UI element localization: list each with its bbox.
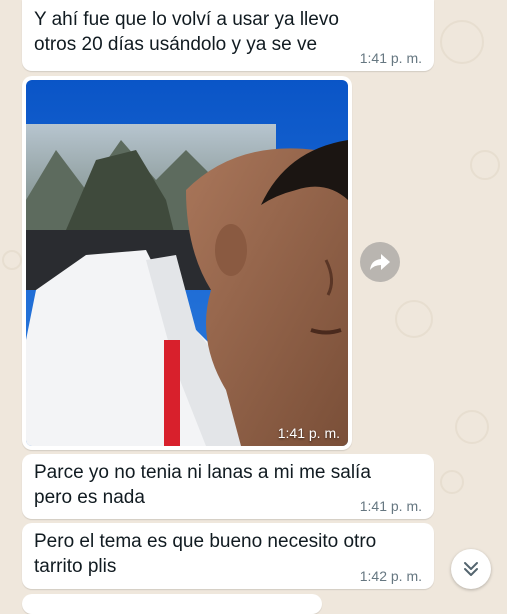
message-bubble-partial[interactable] bbox=[22, 594, 322, 614]
image-message-bubble[interactable]: 1:41 p. m. bbox=[22, 76, 352, 450]
scroll-to-bottom-button[interactable] bbox=[451, 549, 491, 589]
forward-arrow-icon bbox=[370, 254, 390, 270]
forward-button[interactable] bbox=[360, 242, 400, 282]
message-bubble[interactable]: Pero el tema es que bueno necesito otro … bbox=[22, 523, 434, 589]
message-timestamp: 1:41 p. m. bbox=[359, 50, 422, 66]
message-text: Y ahí fue que lo volví a usar ya llevo o… bbox=[34, 9, 339, 55]
message-timestamp: 1:41 p. m. bbox=[359, 498, 422, 514]
double-chevron-down-icon bbox=[464, 562, 478, 576]
message-text: Pero el tema es que bueno necesito otro … bbox=[34, 531, 377, 577]
message-bubble[interactable]: Y ahí fue que lo volví a usar ya llevo o… bbox=[22, 0, 434, 71]
selfie-photo bbox=[26, 80, 348, 446]
message-timestamp: 1:42 p. m. bbox=[359, 568, 422, 584]
message-bubble[interactable]: Parce yo no tenia ni lanas a mi me salía… bbox=[22, 454, 434, 519]
message-text: Parce yo no tenia ni lanas a mi me salía… bbox=[34, 462, 371, 508]
photo-timestamp: 1:41 p. m. bbox=[277, 425, 340, 441]
shared-photo[interactable]: 1:41 p. m. bbox=[26, 80, 348, 446]
